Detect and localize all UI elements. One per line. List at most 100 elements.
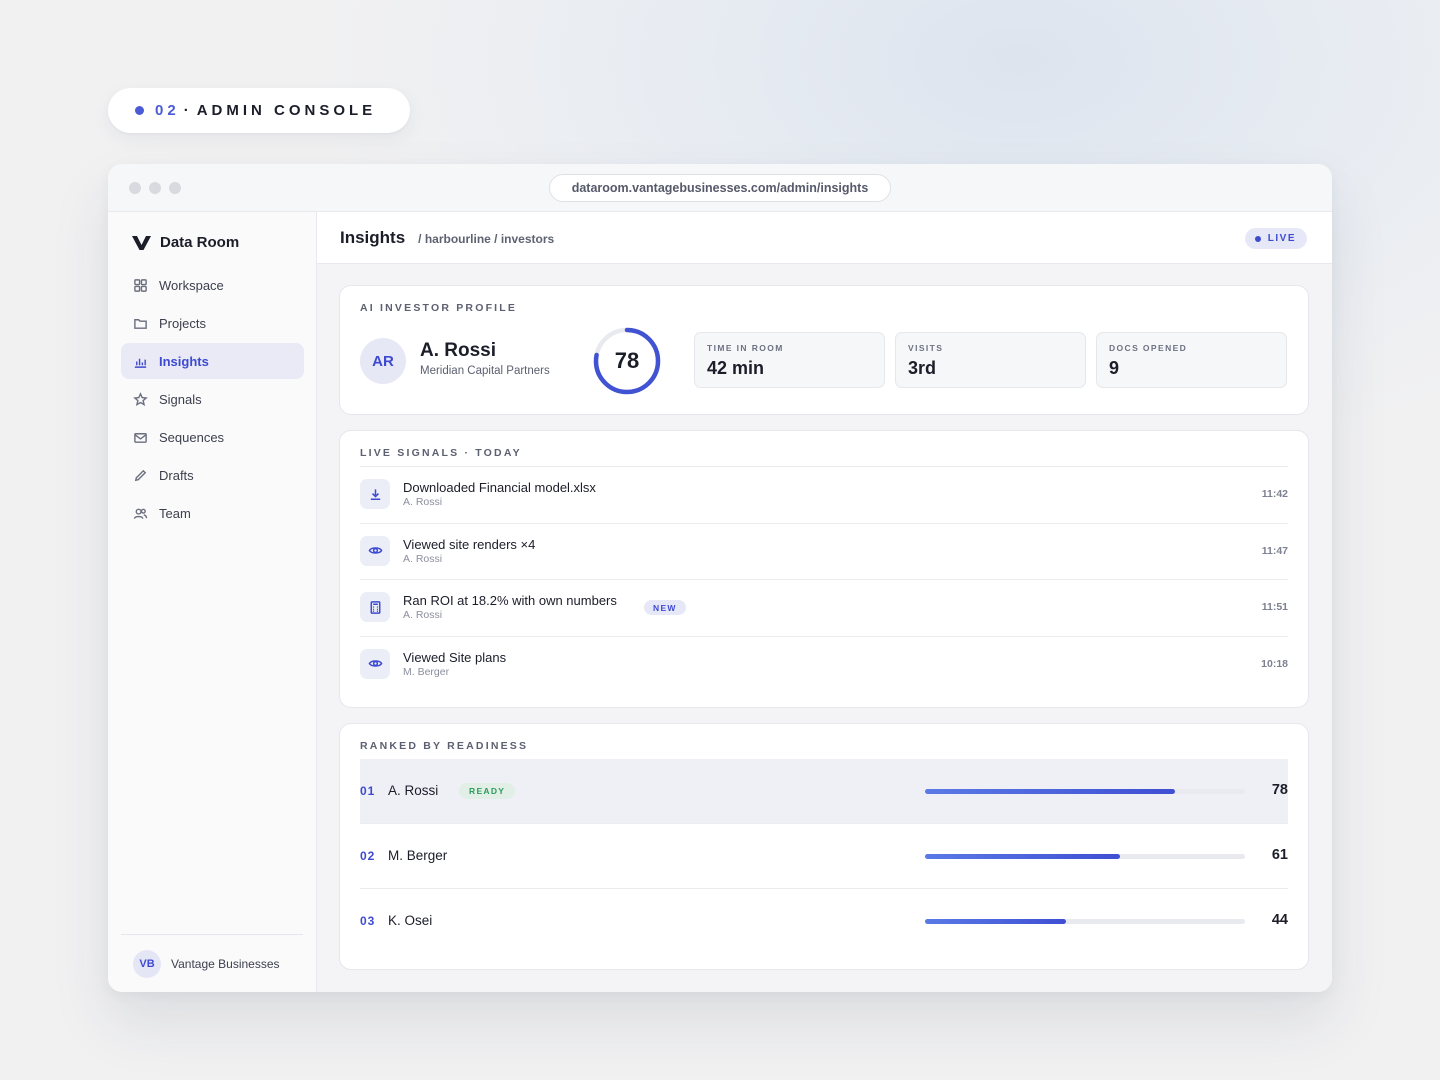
status-badge: LIVE	[1244, 228, 1307, 249]
browser-titlebar: dataroom.vantagebusinesses.com/admin/ins…	[108, 164, 1332, 212]
window-controls	[129, 182, 181, 194]
investor-name: A. Rossi	[420, 340, 497, 361]
sidebar-item-projects[interactable]: Projects	[121, 305, 304, 341]
readiness-bar-fill	[925, 789, 1175, 794]
sidebar-item-label: Signals	[159, 391, 202, 407]
readiness-bar	[925, 789, 1245, 794]
signal-investor: A. Rossi	[403, 496, 443, 508]
stat-label: VISITS	[908, 343, 944, 353]
sidebar-item-sequences[interactable]: Sequences	[121, 419, 304, 455]
card-title: LIVE SIGNALS · TODAY	[360, 447, 522, 459]
card-title: AI INVESTOR PROFILE	[360, 302, 518, 314]
stat-label: TIME IN ROOM	[707, 343, 784, 353]
list-item[interactable]: Viewed Site plans M. Berger 10:18	[360, 635, 1288, 693]
live-signals-card: LIVE SIGNALS · TODAY Downloaded Financia…	[339, 430, 1309, 708]
stat-value: 9	[1109, 358, 1120, 378]
signal-investor: M. Berger	[403, 665, 450, 678]
address-bar[interactable]: dataroom.vantagebusinesses.com/admin/ins…	[549, 174, 891, 202]
pencil-icon	[134, 469, 147, 481]
avatar: VB	[133, 949, 161, 978]
signal-investor: A. Rossi	[403, 609, 443, 621]
calculator-icon	[360, 592, 390, 622]
list-item[interactable]: Viewed site renders ×4 A. Rossi 11:47	[360, 522, 1288, 580]
readiness-bar-fill	[925, 919, 1066, 924]
avatar: AR	[360, 338, 406, 384]
readiness-score: 78	[614, 348, 640, 373]
readiness-score: 61	[1271, 847, 1288, 863]
table-row[interactable]: 02 M. Berger 61	[360, 824, 1288, 889]
section-separator: ·	[183, 102, 193, 119]
signal-title: Viewed Site plans	[403, 649, 507, 665]
star-icon	[133, 391, 148, 406]
sidebar-item-team[interactable]: Team	[121, 495, 304, 531]
signal-title: Ran ROI at 18.2% with own numbers	[403, 593, 617, 608]
table-row[interactable]: 01 A. Rossi READY 78	[360, 759, 1288, 824]
page-header: Insights / harbourline / investors LIVE	[317, 212, 1332, 264]
folder-icon	[134, 318, 147, 329]
signal-list: Downloaded Financial model.xlsx A. Rossi…	[360, 466, 1288, 692]
download-icon	[360, 479, 390, 509]
readiness-bar-fill	[925, 854, 1121, 859]
signal-time: 10:18	[1261, 657, 1288, 670]
list-item[interactable]: Ran ROI at 18.2% with own numbers A. Ros…	[360, 579, 1288, 636]
investor-firm: Meridian Capital Partners	[420, 365, 550, 377]
account-switcher[interactable]: VB Vantage Businesses	[121, 934, 303, 992]
status-badge-label: LIVE	[1267, 233, 1296, 244]
minimize-window-button[interactable]	[149, 182, 161, 194]
signal-title: Downloaded Financial model.xlsx	[403, 480, 596, 495]
readiness-score: 44	[1271, 912, 1288, 928]
sidebar-nav: Workspace Projects Insights Signals Sequ…	[121, 267, 304, 533]
users-icon	[133, 508, 148, 519]
readiness-bar	[925, 854, 1245, 859]
page-title: Insights	[340, 227, 406, 247]
stat-visits: VISITS 3rd	[895, 332, 1086, 388]
list-item[interactable]: Downloaded Financial model.xlsx A. Rossi…	[360, 466, 1288, 523]
ranking-list: 01 A. Rossi READY 78 02 M. Berger 61 03 …	[360, 759, 1288, 954]
sidebar-item-insights[interactable]: Insights	[121, 343, 304, 379]
sidebar-item-label: Insights	[159, 353, 209, 369]
brand-logo-icon	[132, 235, 151, 250]
investor-name: M. Berger	[388, 848, 448, 863]
sidebar-item-label: Drafts	[159, 467, 194, 483]
signal-time: 11:47	[1261, 544, 1288, 557]
section-label: ADMIN CONSOLE	[196, 102, 377, 119]
section-pill: 02 · ADMIN CONSOLE	[108, 88, 410, 133]
grid-icon	[134, 278, 147, 292]
live-dot-icon	[1254, 235, 1261, 242]
status-dot	[135, 106, 144, 115]
stat-label: DOCS OPENED	[1109, 343, 1188, 353]
bar-chart-icon	[134, 358, 147, 368]
sidebar-item-label: Sequences	[159, 429, 225, 445]
sidebar-item-signals[interactable]: Signals	[121, 381, 304, 417]
eye-icon	[360, 535, 390, 566]
rank-number: 02	[360, 849, 376, 863]
stat-value: 3rd	[908, 358, 937, 378]
stat-docs-opened: DOCS OPENED 9	[1096, 332, 1287, 388]
readiness-score: 78	[1271, 782, 1288, 798]
close-window-button[interactable]	[129, 182, 141, 194]
eye-icon	[360, 648, 390, 679]
stat-value: 42 min	[707, 358, 765, 378]
sidebar-item-label: Team	[159, 505, 191, 521]
main-content: Insights / harbourline / investors LIVE …	[317, 212, 1332, 992]
org-name: Vantage Businesses	[171, 956, 280, 971]
breadcrumb[interactable]: / harbourline / investors	[418, 232, 554, 246]
signal-time: 11:51	[1261, 601, 1288, 613]
investor-profile-card: AI INVESTOR PROFILE AR A. Rossi Meridian…	[339, 285, 1309, 415]
brand[interactable]: Data Room	[132, 234, 239, 251]
stat-time-in-room: TIME IN ROOM 42 min	[694, 332, 885, 388]
sidebar-item-label: Workspace	[159, 277, 224, 293]
readiness-ranking-card: RANKED BY READINESS 01 A. Rossi READY 78…	[339, 723, 1309, 970]
sidebar-item-label: Projects	[159, 315, 206, 331]
section-number: 02	[155, 102, 180, 119]
sidebar-item-drafts[interactable]: Drafts	[121, 457, 304, 493]
maximize-window-button[interactable]	[169, 182, 181, 194]
investor-name: K. Osei	[388, 913, 433, 928]
signal-investor: A. Rossi	[403, 552, 443, 565]
readiness-bar	[925, 919, 1245, 924]
sidebar: Data Room Workspace Projects Insights Si…	[108, 212, 317, 992]
table-row[interactable]: 03 K. Osei 44	[360, 889, 1288, 954]
rank-number: 03	[360, 914, 376, 928]
card-title: RANKED BY READINESS	[360, 740, 529, 752]
sidebar-item-workspace[interactable]: Workspace	[121, 267, 304, 303]
